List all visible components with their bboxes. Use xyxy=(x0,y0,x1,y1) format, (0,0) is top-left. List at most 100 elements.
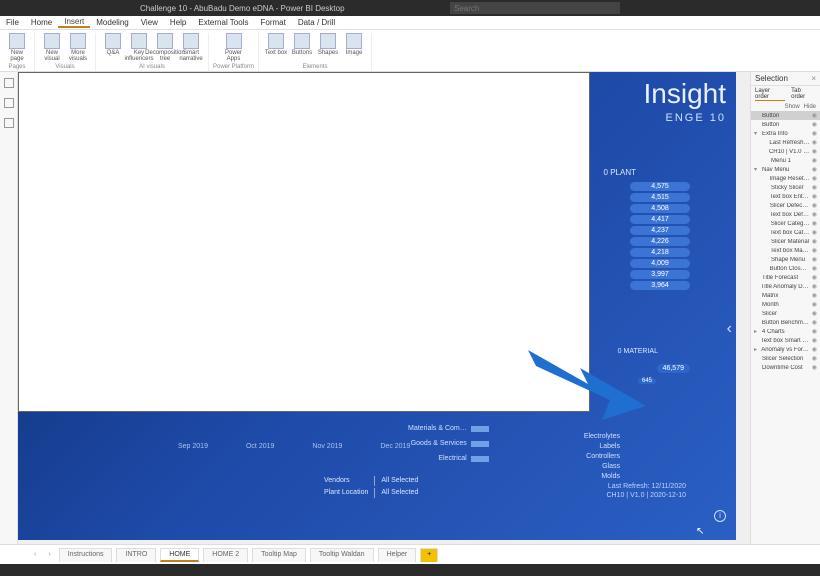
page-tab-intro[interactable]: INTRO xyxy=(116,548,156,562)
visibility-icon[interactable]: ◉ xyxy=(812,202,817,209)
page-tab-helper[interactable]: Helper xyxy=(378,548,417,562)
selection-item[interactable]: Slicer Category◉ xyxy=(751,219,820,228)
selection-item[interactable]: Shape Menu◉ xyxy=(751,255,820,264)
add-page-button[interactable]: + xyxy=(420,548,438,562)
hide-all-button[interactable]: Hide xyxy=(804,104,816,110)
menu-external-tools[interactable]: External Tools xyxy=(192,18,254,27)
menu-file[interactable]: File xyxy=(0,18,25,27)
ribbon-decomposition-tree[interactable]: Decomposition tree xyxy=(152,33,178,62)
ribbon-new-page[interactable]: New page xyxy=(4,33,30,62)
selection-item[interactable]: Button◉ xyxy=(751,120,820,129)
selection-item[interactable]: Slicer Defect Type◉ xyxy=(751,201,820,210)
ribbon-new-visual[interactable]: New visual xyxy=(39,33,65,62)
selection-item[interactable]: Button◉ xyxy=(751,111,820,120)
visibility-icon[interactable]: ◉ xyxy=(812,193,817,200)
selection-item[interactable]: Matrix◉ xyxy=(751,291,820,300)
plant-pill[interactable]: 4,515 xyxy=(630,193,690,202)
visibility-icon[interactable]: ◉ xyxy=(812,157,817,164)
selection-item[interactable]: Title Anomaly Detect…◉ xyxy=(751,282,820,291)
info-icon[interactable]: i xyxy=(714,510,726,522)
plant-pill[interactable]: 4,237 xyxy=(630,226,690,235)
data-view-icon[interactable] xyxy=(4,98,14,108)
selection-item[interactable]: Text box Smart Narra…◉ xyxy=(751,336,820,345)
selection-item[interactable]: Downtime Cost◉ xyxy=(751,363,820,372)
visibility-icon[interactable]: ◉ xyxy=(812,112,817,119)
selection-item[interactable]: ▸Anomaly vs Forecast◉ xyxy=(751,345,820,354)
selection-item[interactable]: Text box Enter Cost◉ xyxy=(751,192,820,201)
visibility-icon[interactable]: ◉ xyxy=(812,355,817,362)
menu-insert[interactable]: Insert xyxy=(58,17,90,28)
inserted-shape[interactable] xyxy=(18,72,590,412)
selection-item[interactable]: Month◉ xyxy=(751,300,820,309)
plant-pill[interactable]: 3,964 xyxy=(630,281,690,290)
plant-pill[interactable]: 3,997 xyxy=(630,270,690,279)
visibility-icon[interactable]: ◉ xyxy=(812,166,817,173)
visibility-icon[interactable]: ◉ xyxy=(812,211,817,218)
plant-pill[interactable]: 4,575 xyxy=(630,182,690,191)
menu-help[interactable]: Help xyxy=(164,18,192,27)
selection-item[interactable]: Button Close Nav…◉ xyxy=(751,264,820,273)
search-input[interactable] xyxy=(450,2,620,14)
selection-item[interactable]: Title Forecast◉ xyxy=(751,273,820,282)
visibility-icon[interactable]: ◉ xyxy=(812,121,817,128)
visibility-icon[interactable]: ◉ xyxy=(812,148,817,155)
selection-item[interactable]: Text box Material◉ xyxy=(751,246,820,255)
visibility-icon[interactable]: ◉ xyxy=(812,229,817,236)
visibility-icon[interactable]: ◉ xyxy=(812,319,817,326)
visibility-icon[interactable]: ◉ xyxy=(812,175,817,182)
visibility-icon[interactable]: ◉ xyxy=(812,301,817,308)
plant-pill[interactable]: 4,009 xyxy=(630,259,690,268)
visibility-icon[interactable]: ◉ xyxy=(812,292,817,299)
visibility-icon[interactable]: ◉ xyxy=(812,238,817,245)
selection-item[interactable]: ▾Extra Info◉ xyxy=(751,129,820,138)
visibility-icon[interactable]: ◉ xyxy=(812,247,817,254)
selection-item[interactable]: Image Reset Filters◉ xyxy=(751,174,820,183)
plant-pill[interactable]: 4,226 xyxy=(630,237,690,246)
visibility-icon[interactable]: ◉ xyxy=(812,274,817,281)
plant-pill[interactable]: 4,417 xyxy=(630,215,690,224)
visibility-icon[interactable]: ◉ xyxy=(812,346,817,353)
ribbon-buttons[interactable]: Buttons xyxy=(289,33,315,56)
visibility-icon[interactable]: ◉ xyxy=(812,328,817,335)
visibility-icon[interactable]: ◉ xyxy=(812,130,817,137)
selection-tab-layer-order[interactable]: Layer order xyxy=(755,88,785,101)
selection-item[interactable]: Slicer◉ xyxy=(751,309,820,318)
visibility-icon[interactable]: ◉ xyxy=(812,265,817,272)
close-icon[interactable]: × xyxy=(811,74,816,83)
menu-modeling[interactable]: Modeling xyxy=(90,18,134,27)
model-view-icon[interactable] xyxy=(4,118,14,128)
ribbon-shapes[interactable]: Shapes xyxy=(315,33,341,56)
selection-item[interactable]: Slicer Selection◉ xyxy=(751,354,820,363)
menu-home[interactable]: Home xyxy=(25,18,58,27)
visibility-icon[interactable]: ◉ xyxy=(812,184,817,191)
selection-item[interactable]: Slicer Material◉ xyxy=(751,237,820,246)
selection-item[interactable]: Last Refresh: 12/1…◉ xyxy=(751,138,820,147)
page-tab-home-2[interactable]: HOME 2 xyxy=(203,548,248,562)
page-tab-instructions[interactable]: Instructions xyxy=(59,548,113,562)
page-tab-home[interactable]: HOME xyxy=(160,548,199,562)
menu-format[interactable]: Format xyxy=(254,18,291,27)
visibility-icon[interactable]: ◉ xyxy=(812,220,817,227)
ribbon-text-box[interactable]: Text box xyxy=(263,33,289,56)
chevron-left-icon[interactable]: ‹ xyxy=(727,320,732,338)
ribbon-q-a[interactable]: Q&A xyxy=(100,33,126,62)
menu-view[interactable]: View xyxy=(135,18,164,27)
selection-item[interactable]: CH10 | V1.0 | 2020-1…◉ xyxy=(751,147,820,156)
visibility-icon[interactable]: ◉ xyxy=(812,310,817,317)
show-all-button[interactable]: Show xyxy=(785,104,800,110)
menu-data-drill[interactable]: Data / Drill xyxy=(292,18,341,27)
plant-pill[interactable]: 4,218 xyxy=(630,248,690,257)
page-prev-icon[interactable]: ‹ xyxy=(30,551,40,558)
visibility-icon[interactable]: ◉ xyxy=(812,283,817,290)
ribbon-power-apps[interactable]: Power Apps xyxy=(221,33,247,62)
page-tab-tooltip-waldan[interactable]: Tooltip Waldan xyxy=(310,548,374,562)
selection-item[interactable]: ▸4 Charts◉ xyxy=(751,327,820,336)
ribbon-smart-narrative[interactable]: Smart narrative xyxy=(178,33,204,62)
page-tab-tooltip-map[interactable]: Tooltip Map xyxy=(252,548,306,562)
visibility-icon[interactable]: ◉ xyxy=(812,256,817,263)
visibility-icon[interactable]: ◉ xyxy=(812,364,817,371)
ribbon-more-visuals[interactable]: More visuals xyxy=(65,33,91,62)
selection-item[interactable]: Sticky Slicer◉ xyxy=(751,183,820,192)
plant-pill[interactable]: 4,508 xyxy=(630,204,690,213)
ribbon-image[interactable]: Image xyxy=(341,33,367,56)
